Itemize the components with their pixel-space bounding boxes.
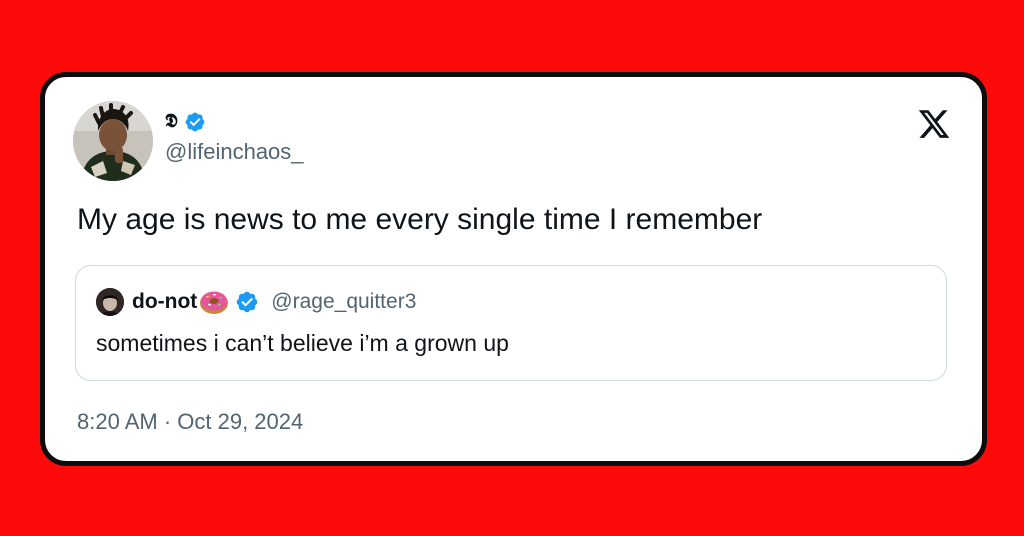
x-logo-icon[interactable] — [916, 107, 952, 141]
quoted-author-avatar-photo — [96, 288, 124, 316]
author-display-name[interactable]: 𝕯 — [165, 111, 178, 133]
quoted-tweet[interactable]: do-not @rage_quitter3 sometimes i can’t … — [75, 265, 947, 381]
author-avatar-photo — [73, 101, 153, 181]
quoted-author-display-name[interactable]: do-not — [132, 290, 197, 314]
tweet-timestamp[interactable]: 8:20 AM · Oct 29, 2024 — [77, 409, 303, 435]
tweet-text: My age is news to me every single time I… — [77, 203, 763, 236]
quoted-author-avatar[interactable] — [96, 288, 124, 316]
author-handle[interactable]: @lifeinchaos_ — [165, 139, 304, 165]
author-avatar[interactable] — [73, 101, 153, 181]
quoted-author-row: do-not @rage_quitter3 — [96, 288, 416, 316]
author-name-row: 𝕯 — [165, 111, 206, 133]
donut-icon — [200, 291, 229, 314]
tweet-card: 𝕯 @lifeinchaos_ My age is news to me eve… — [40, 72, 987, 466]
quoted-verified-badge-icon — [237, 291, 258, 313]
verified-badge-icon — [185, 112, 205, 132]
quoted-tweet-text: sometimes i can’t believe i’m a grown up — [96, 330, 509, 356]
quoted-author-handle[interactable]: @rage_quitter3 — [271, 290, 416, 314]
